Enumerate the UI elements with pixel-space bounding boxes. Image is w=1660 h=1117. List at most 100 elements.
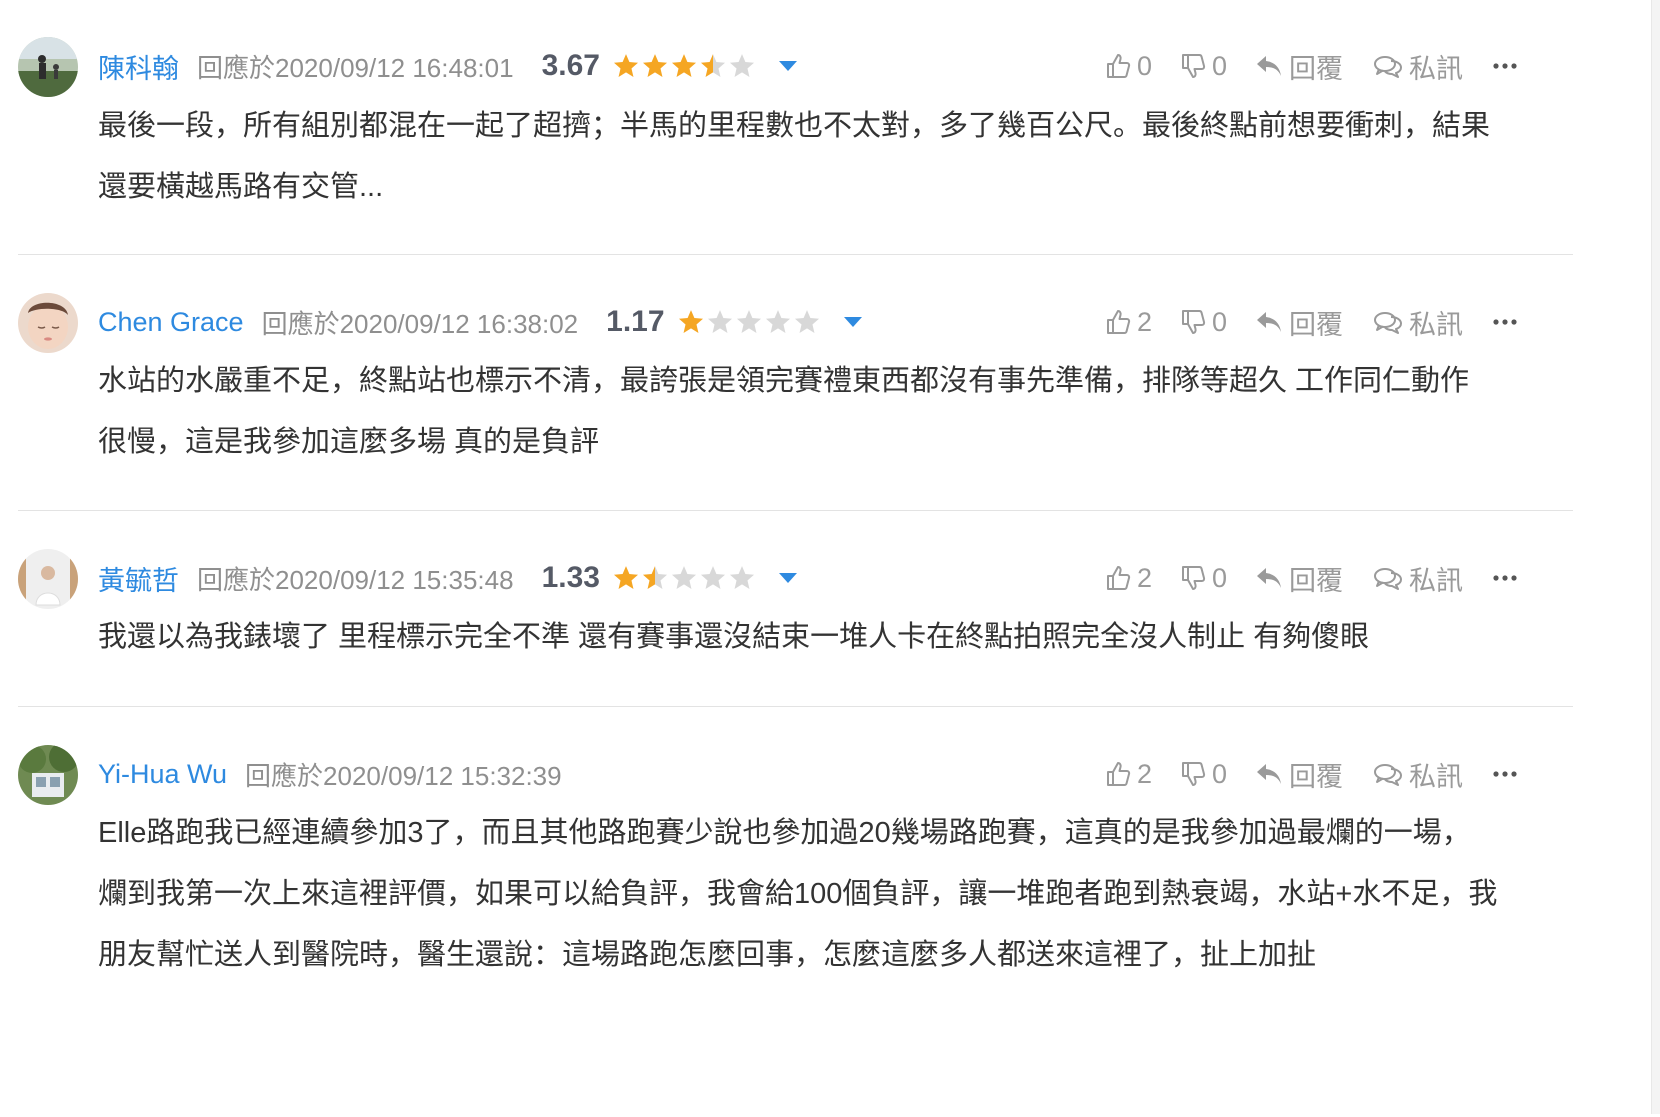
private-message-button[interactable]: 私訊 (1373, 559, 1463, 598)
more-dots-icon[interactable] (1493, 770, 1517, 778)
chat-bubbles-icon (1374, 312, 1402, 334)
comment: Yi-Hua Wu 回應於2020/09/12 15:32:39 2 0 回覆 (18, 707, 1573, 1117)
private-message-button[interactable]: 私訊 (1373, 47, 1463, 86)
star-icon (642, 566, 667, 589)
star-icon (736, 310, 761, 333)
comment-text: 我還以為我錶壞了 里程標示完全不準 還有賽事還沒結束一堆人卡在終點拍照完全沒人制… (98, 621, 1370, 653)
star-icon (729, 566, 754, 589)
scrollbar[interactable] (1651, 0, 1660, 1114)
comment: 陳科翰 回應於2020/09/12 16:48:01 3.67 0 0 回覆 私… (18, 0, 1573, 255)
chat-bubbles-icon (1374, 568, 1402, 590)
private-message-label: 私訊 (1409, 53, 1463, 84)
comment-header: 陳科翰 回應於2020/09/12 16:48:01 3.67 0 0 回覆 私… (98, 46, 1573, 86)
timestamp: 回應於2020/09/12 16:48:01 (197, 52, 514, 83)
avatar[interactable] (18, 745, 78, 805)
reply-arrow-icon (1257, 56, 1281, 76)
star-icon (794, 310, 819, 333)
thumbs-down-icon (1181, 566, 1206, 590)
comment-header: Chen Grace 回應於2020/09/12 16:38:02 1.17 2… (98, 302, 1573, 342)
like-count: 0 (1136, 50, 1152, 81)
comment-actions: 0 0 回覆 私訊 (1105, 46, 1517, 86)
timestamp: 回應於2020/09/12 15:32:39 (245, 760, 562, 791)
reply-button[interactable]: 回覆 (1255, 303, 1343, 342)
reply-label: 回覆 (1289, 53, 1343, 84)
avatar[interactable] (18, 293, 78, 353)
reply-label: 回覆 (1289, 761, 1343, 792)
like-button[interactable]: 2 (1105, 563, 1152, 594)
comment-actions: 2 0 回覆 私訊 (1105, 558, 1517, 598)
dislike-button[interactable]: 0 (1180, 307, 1227, 338)
reply-button[interactable]: 回覆 (1255, 47, 1343, 86)
thumbs-up-icon (1106, 566, 1131, 590)
avatar[interactable] (18, 549, 78, 609)
caret-down-icon[interactable] (778, 61, 797, 71)
rating-score: 1.17 (606, 305, 665, 338)
private-message-label: 私訊 (1409, 309, 1463, 340)
dislike-count: 0 (1211, 562, 1227, 593)
private-message-button[interactable]: 私訊 (1373, 303, 1463, 342)
star-icon (642, 54, 667, 77)
reply-button[interactable]: 回覆 (1255, 755, 1343, 794)
chat-bubbles-icon (1374, 56, 1402, 78)
more-dots-icon[interactable] (1493, 318, 1517, 326)
star-rating (612, 52, 757, 80)
star-icon (613, 566, 638, 589)
like-button[interactable]: 2 (1105, 307, 1152, 338)
reply-arrow-icon (1257, 312, 1281, 332)
reply-button[interactable]: 回覆 (1255, 559, 1343, 598)
more-dots-icon[interactable] (1493, 574, 1517, 582)
star-icon (700, 566, 725, 589)
dislike-button[interactable]: 0 (1180, 51, 1227, 82)
comment-list: 陳科翰 回應於2020/09/12 16:48:01 3.67 0 0 回覆 私… (18, 0, 1573, 1117)
caret-down-icon[interactable] (778, 573, 797, 583)
star-rating (677, 308, 822, 336)
comment-text: 水站的水嚴重不足，終點站也標示不清，最誇張是領完賽禮東西都沒有事先準備，排隊等超… (98, 365, 1470, 458)
thumbs-down-icon (1181, 310, 1206, 334)
comment-header: 黃毓哲 回應於2020/09/12 15:35:48 1.33 2 0 回覆 私… (98, 558, 1573, 598)
caret-down-icon[interactable] (843, 317, 862, 327)
reply-arrow-icon (1257, 568, 1281, 588)
timestamp: 回應於2020/09/12 15:35:48 (197, 564, 514, 595)
star-icon (671, 54, 696, 77)
comment-actions: 2 0 回覆 私訊 (1105, 302, 1517, 342)
dislike-button[interactable]: 0 (1180, 563, 1227, 594)
reply-arrow-icon (1257, 764, 1281, 784)
star-icon (700, 54, 725, 77)
author-name[interactable]: 陳科翰 (98, 47, 179, 86)
like-count: 2 (1136, 562, 1152, 593)
star-icon (765, 310, 790, 333)
star-icon (613, 54, 638, 77)
like-count: 2 (1136, 758, 1152, 789)
more-dots-icon[interactable] (1493, 62, 1517, 70)
star-icon (729, 54, 754, 77)
comment-actions: 2 0 回覆 私訊 (1105, 754, 1517, 794)
thumbs-down-icon (1181, 762, 1206, 786)
private-message-label: 私訊 (1409, 565, 1463, 596)
reply-label: 回覆 (1289, 309, 1343, 340)
comment-text: Elle路跑我已經連續參加3了，而且其他路跑賽少說也參加過20幾場路跑賽，這真的… (98, 817, 1498, 971)
dislike-count: 0 (1211, 50, 1227, 81)
private-message-label: 私訊 (1409, 761, 1463, 792)
chat-bubbles-icon (1374, 764, 1402, 786)
star-rating (612, 564, 757, 592)
comment: Chen Grace 回應於2020/09/12 16:38:02 1.17 2… (18, 255, 1573, 511)
like-button[interactable]: 0 (1105, 51, 1152, 82)
comment-text: 最後一段，所有組別都混在一起了超擠；半馬的里程數也不太對，多了幾百公尺。最後終點… (98, 110, 1491, 203)
star-icon (678, 310, 703, 333)
dislike-button[interactable]: 0 (1180, 759, 1227, 790)
thumbs-up-icon (1106, 762, 1131, 786)
dislike-count: 0 (1211, 306, 1227, 337)
rating-score: 3.67 (541, 49, 600, 82)
avatar[interactable] (18, 37, 78, 97)
like-count: 2 (1136, 306, 1152, 337)
private-message-button[interactable]: 私訊 (1373, 755, 1463, 794)
thumbs-up-icon (1106, 310, 1131, 334)
dislike-count: 0 (1211, 758, 1227, 789)
author-name[interactable]: Chen Grace (98, 307, 244, 338)
author-name[interactable]: 黃毓哲 (98, 559, 179, 598)
like-button[interactable]: 2 (1105, 759, 1152, 790)
thumbs-up-icon (1106, 54, 1131, 78)
timestamp: 回應於2020/09/12 16:38:02 (261, 308, 579, 339)
star-icon (671, 566, 696, 589)
author-name[interactable]: Yi-Hua Wu (98, 759, 227, 790)
